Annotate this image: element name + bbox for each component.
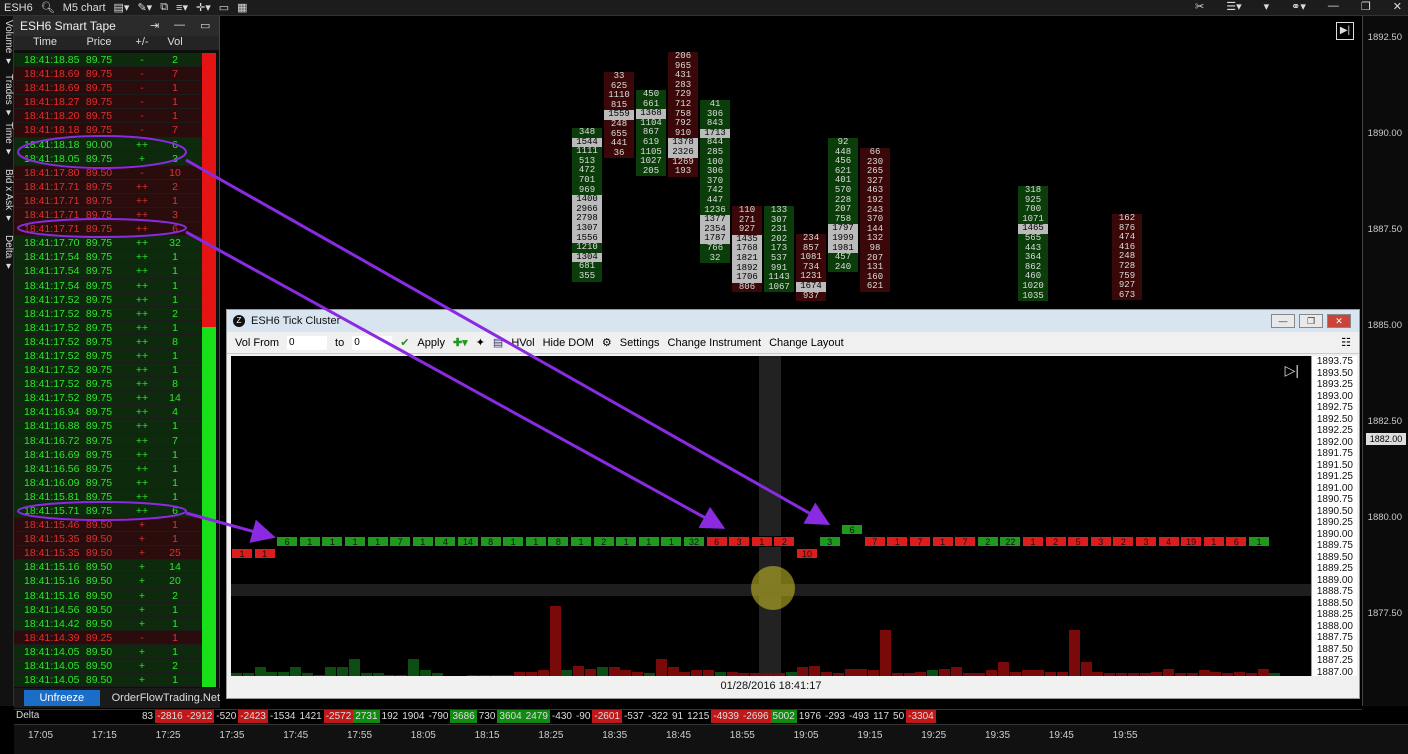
annotation-arrow <box>185 230 726 529</box>
annotation-ellipse <box>17 218 187 238</box>
annotation-ellipse <box>17 135 187 169</box>
annotation-arrow <box>185 158 831 525</box>
annotation-arrow <box>185 511 276 543</box>
annotation-ellipse <box>17 501 187 521</box>
annotation-layer <box>17 135 831 543</box>
